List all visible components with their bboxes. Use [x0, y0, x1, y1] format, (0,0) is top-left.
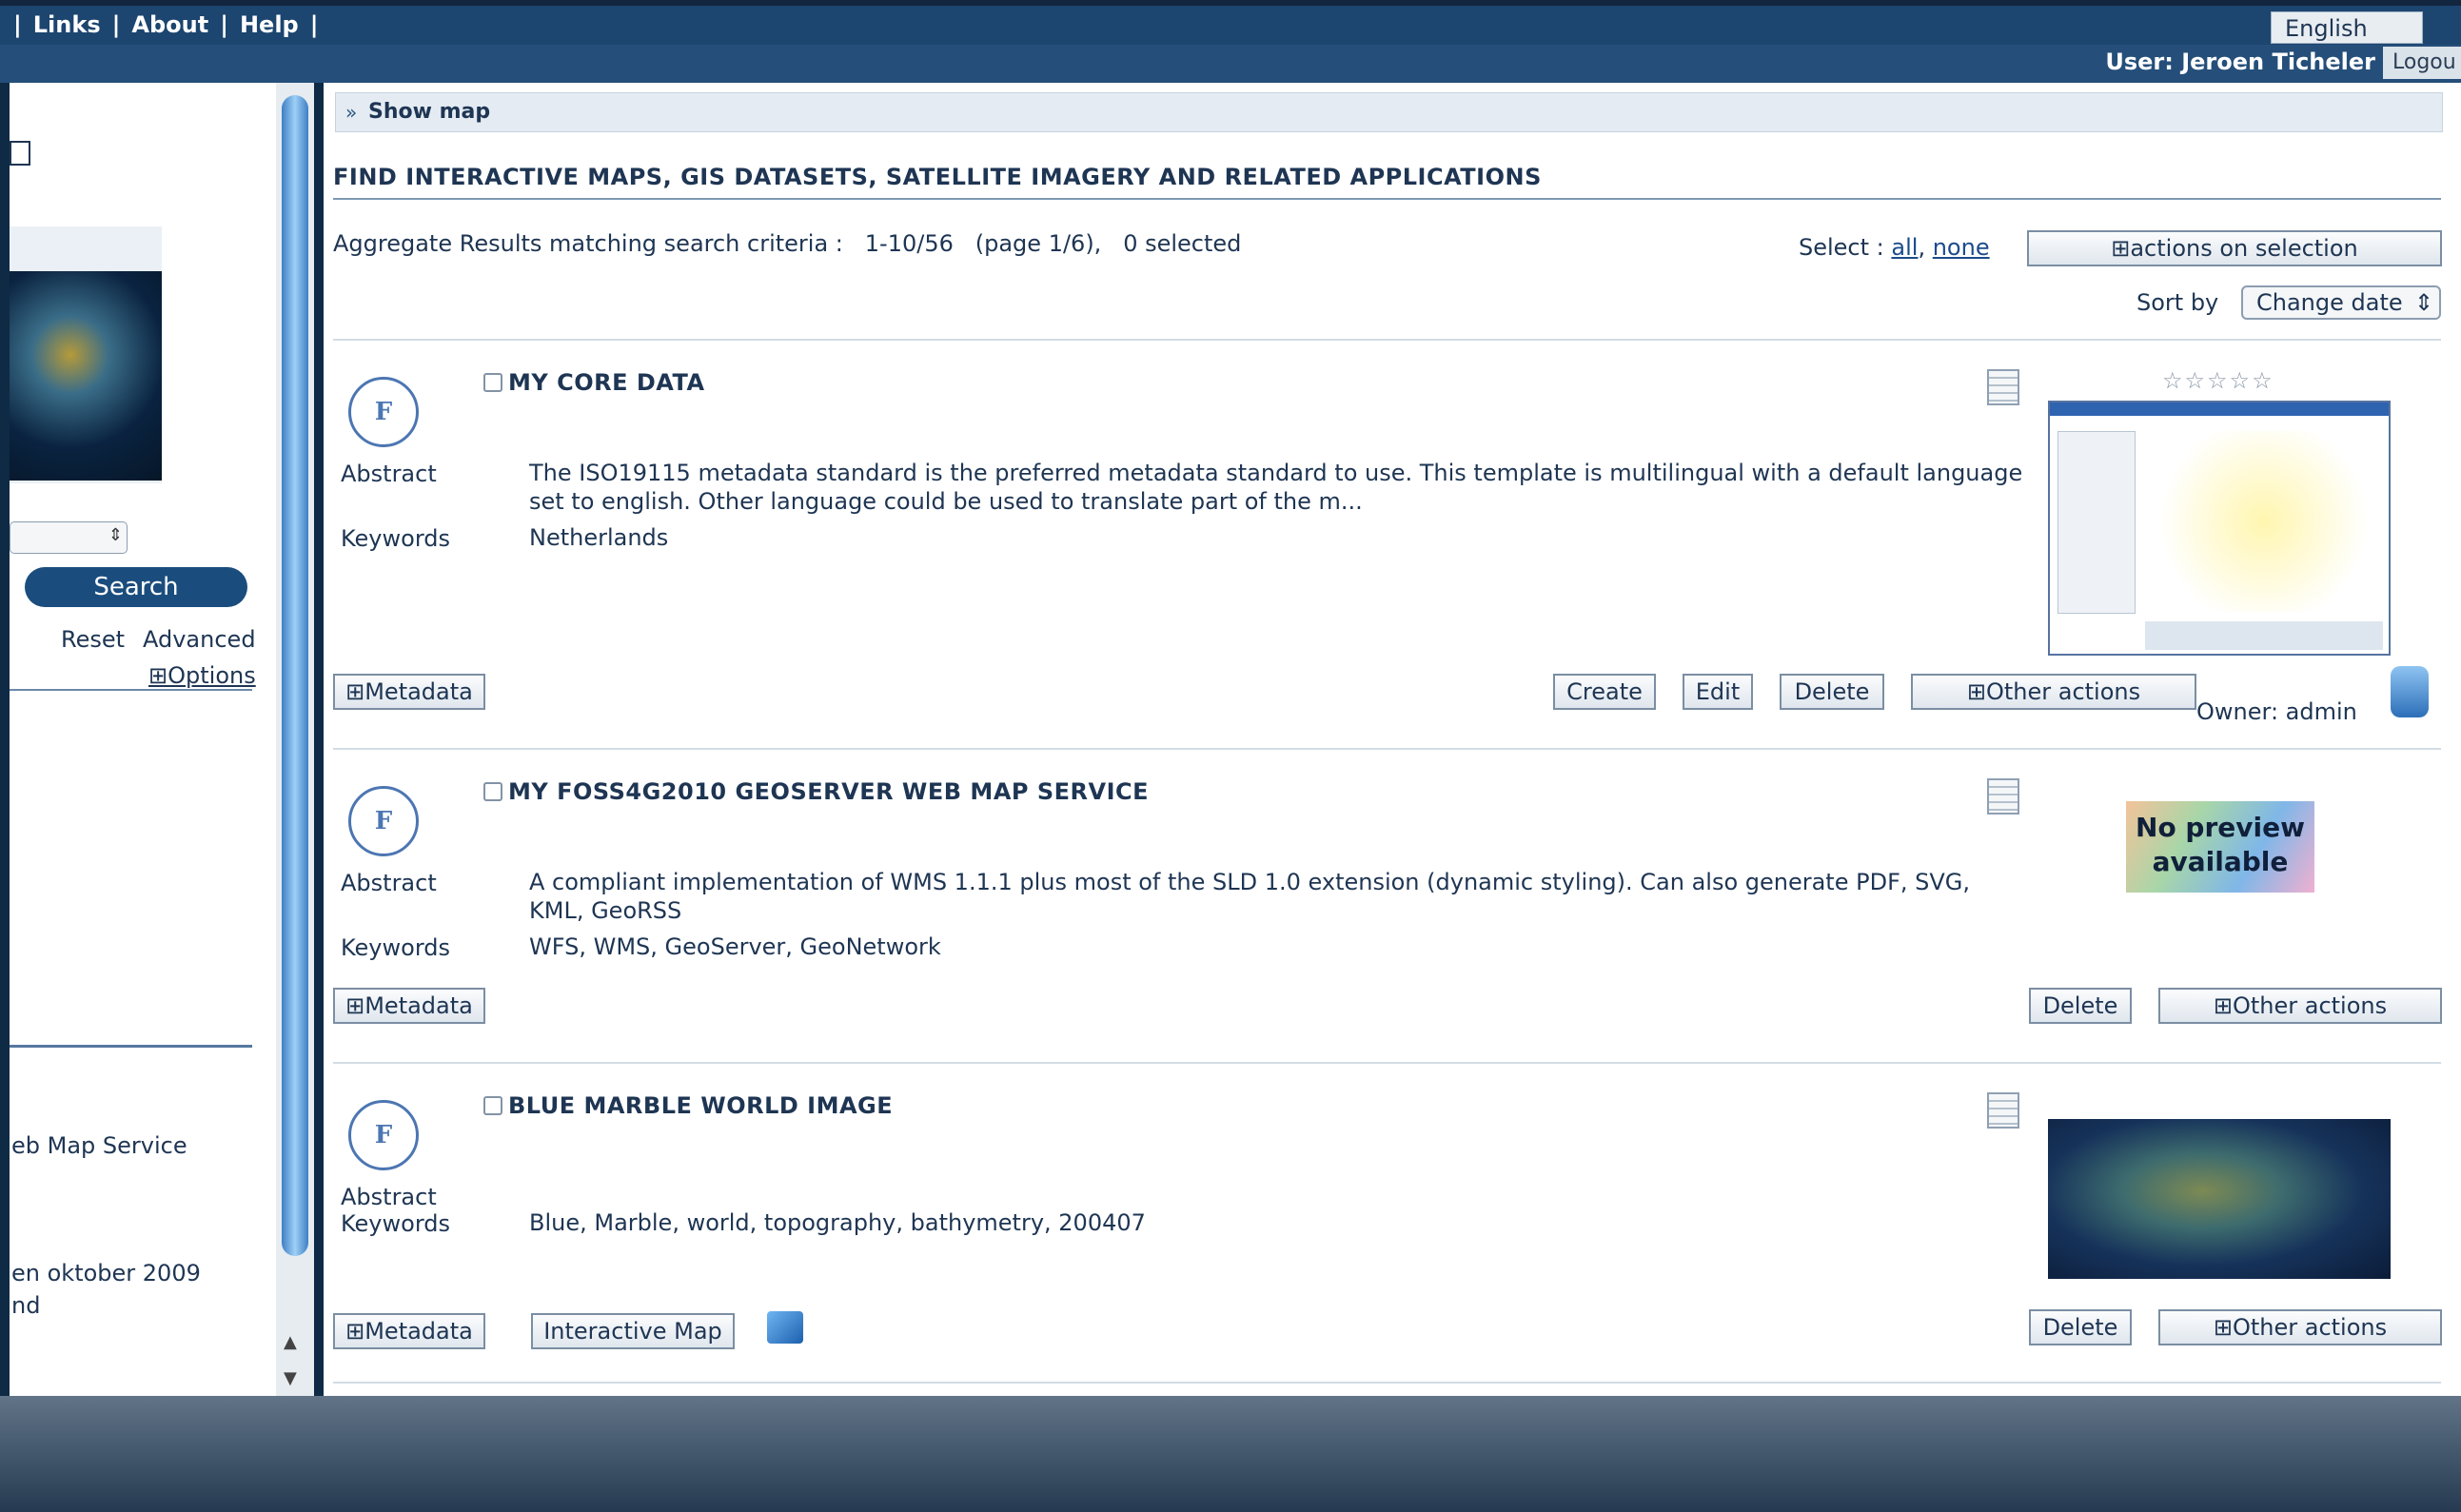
top-links: | Links | About | Help |: [13, 11, 319, 38]
record-keywords: Blue, Marble, world, topography, bathyme…: [529, 1209, 1146, 1236]
record-title[interactable]: MY FOSS4G2010 GEOSERVER WEB MAP SERVICE: [508, 778, 1149, 805]
logout-button[interactable]: Logou: [2383, 47, 2461, 79]
select-arrows-icon: ⇕: [108, 525, 123, 545]
advanced-link[interactable]: Advanced: [143, 626, 256, 653]
metadata-button[interactable]: ⊞Metadata: [333, 1313, 485, 1349]
preview-titlebar: [2050, 403, 2389, 416]
record-keywords: Netherlands: [529, 524, 669, 551]
reflection-overlay: [0, 1396, 2461, 1512]
metadata-button[interactable]: ⊞Metadata: [333, 988, 485, 1024]
create-button[interactable]: Create: [1553, 674, 1656, 710]
select-links: Select : all, none: [1799, 234, 1990, 261]
interactive-map-button[interactable]: Interactive Map: [531, 1313, 735, 1349]
rating-stars[interactable]: ☆☆☆☆☆: [2162, 367, 2274, 394]
scroll-down-icon[interactable]: ▼: [284, 1368, 297, 1388]
select-label: Select :: [1799, 234, 1884, 261]
blue-marble-preview-image[interactable]: [2048, 1119, 2391, 1279]
preview-sidebar: [2057, 431, 2136, 614]
record-checkbox[interactable]: [483, 1096, 502, 1115]
search-button[interactable]: Search: [25, 567, 247, 607]
actions-on-selection-button[interactable]: ⊞actions on selection: [2027, 230, 2442, 266]
chevron-down-icon: »: [345, 101, 358, 124]
divider: [333, 1062, 2441, 1064]
region-select[interactable]: ⇕: [10, 521, 128, 554]
abstract-label: Abstract: [341, 461, 437, 487]
separator: |: [220, 11, 228, 38]
divider: [333, 1382, 2441, 1384]
preview-map: [2145, 431, 2383, 612]
divider: [333, 198, 2441, 200]
fao-logo-icon: F: [348, 1100, 419, 1170]
separator: |: [13, 11, 22, 38]
left-list-text: en oktober 2009: [11, 1260, 201, 1286]
options-link[interactable]: ⊞Options: [148, 662, 256, 689]
left-list-text[interactable]: eb Map Service: [11, 1132, 187, 1159]
sort-by-label: Sort by: [2136, 289, 2219, 316]
separator: |: [309, 11, 319, 38]
left-list-text: nd: [11, 1292, 41, 1319]
divider: [10, 1045, 252, 1048]
keywords-label: Keywords: [341, 1210, 451, 1237]
delete-button[interactable]: Delete: [1780, 674, 1884, 710]
scrollbar-thumb[interactable]: [282, 95, 308, 1256]
delete-button[interactable]: Delete: [2029, 988, 2132, 1024]
record-abstract: The ISO19115 metadata standard is the pr…: [529, 460, 2023, 515]
other-actions-button[interactable]: ⊞Other actions: [1911, 674, 2196, 710]
record-title[interactable]: MY CORE DATA: [508, 369, 705, 396]
keywords-label: Keywords: [341, 934, 451, 961]
preview-panel: [2145, 621, 2383, 650]
show-map-toggle[interactable]: » Show map: [335, 92, 2443, 132]
links-link[interactable]: Links: [33, 11, 101, 38]
select-all-link[interactable]: all: [1891, 234, 1918, 261]
record-title[interactable]: BLUE MARBLE WORLD IMAGE: [508, 1092, 893, 1119]
world-map-thumbnail[interactable]: [10, 271, 162, 481]
record-checkbox[interactable]: [483, 373, 502, 392]
user-name: User: Jeroen Ticheler: [2105, 49, 2375, 75]
divider: [333, 748, 2441, 750]
sort-by-select[interactable]: Change date ⇕: [2241, 285, 2441, 320]
no-preview-image: No preview available: [2126, 801, 2314, 893]
edit-button[interactable]: Edit: [1683, 674, 1753, 710]
fao-logo-icon: F: [348, 377, 419, 447]
help-link[interactable]: Help: [240, 11, 299, 38]
results-summary: Aggregate Results matching search criter…: [333, 230, 1242, 257]
record-checkbox[interactable]: [483, 782, 502, 801]
language-select[interactable]: English: [2271, 11, 2423, 44]
top-navigation-bar: | Links | About | Help | English: [0, 0, 2461, 45]
separator: |: [111, 11, 121, 38]
other-actions-button[interactable]: ⊞Other actions: [2158, 988, 2442, 1024]
document-icon[interactable]: [1987, 778, 2019, 815]
fao-logo-icon: F: [348, 786, 419, 856]
user-bar: User: Jeroen Ticheler Logou: [0, 45, 2461, 83]
abstract-label: Abstract: [341, 870, 437, 896]
other-actions-button[interactable]: ⊞Other actions: [2158, 1309, 2442, 1345]
about-link[interactable]: About: [131, 11, 208, 38]
document-icon[interactable]: [1987, 369, 2019, 405]
divider: [333, 339, 2441, 341]
document-icon[interactable]: [1987, 1092, 2019, 1129]
wms-icon[interactable]: [767, 1311, 803, 1344]
record-keywords: WFS, WMS, GeoServer, GeoNetwork: [529, 933, 941, 960]
lock-icon[interactable]: [2391, 666, 2429, 717]
search-checkbox[interactable]: [10, 141, 30, 166]
owner-label: Owner: admin: [2196, 698, 2357, 725]
page-title: FIND INTERACTIVE MAPS, GIS DATASETS, SAT…: [333, 164, 1542, 190]
record-abstract: A compliant implementation of WMS 1.1.1 …: [529, 869, 1971, 924]
keywords-label: Keywords: [341, 525, 451, 552]
metadata-button[interactable]: ⊞Metadata: [333, 674, 485, 710]
divider: [10, 689, 252, 691]
abstract-label: Abstract: [341, 1184, 437, 1210]
show-map-label: Show map: [368, 100, 491, 124]
scroll-up-icon[interactable]: ▲: [284, 1332, 297, 1352]
select-arrows-icon: ⇕: [2413, 289, 2433, 316]
reset-link[interactable]: Reset: [61, 626, 125, 653]
select-none-link[interactable]: none: [1933, 234, 1990, 261]
sort-value: Change date: [2256, 289, 2403, 316]
record-preview-image[interactable]: [2048, 401, 2391, 656]
delete-button[interactable]: Delete: [2029, 1309, 2132, 1345]
